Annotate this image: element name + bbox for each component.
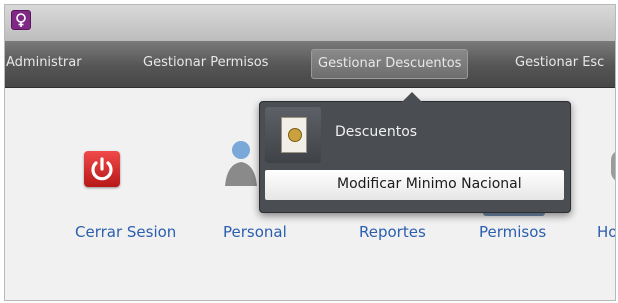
tool-reportes[interactable]: Reportes xyxy=(359,223,426,241)
tool-personal[interactable]: Personal xyxy=(223,223,287,241)
power-icon[interactable] xyxy=(84,151,120,187)
divider xyxy=(77,300,616,301)
coin-icon xyxy=(288,128,302,142)
menu-administrar[interactable]: Administrar xyxy=(6,49,82,77)
menu-gestionar-permisos[interactable]: Gestionar Permisos xyxy=(143,49,268,77)
ho-icon[interactable] xyxy=(611,150,615,182)
menu-gestionar-descuentos[interactable]: Gestionar Descuentos xyxy=(311,49,469,79)
descuentos-dropdown: Descuentos Modificar Minimo Nacional xyxy=(259,92,571,213)
menu-item-label: Modificar Minimo Nacional xyxy=(337,176,522,192)
dropdown-header[interactable]: Descuentos xyxy=(260,102,570,165)
tool-ho[interactable]: Ho xyxy=(597,223,615,241)
document-icon xyxy=(281,117,307,153)
document-coin-icon xyxy=(265,107,321,163)
tool-permisos[interactable]: Permisos xyxy=(479,223,546,241)
app-logo-icon xyxy=(11,10,31,30)
title-bar xyxy=(5,5,615,41)
person-icon[interactable] xyxy=(221,138,261,188)
menu-item-modificar-minimo-nacional[interactable]: Modificar Minimo Nacional xyxy=(265,170,564,200)
menu-gestionar-esc[interactable]: Gestionar Esc xyxy=(515,49,604,77)
app-window: Administrar Gestionar Permisos Gestionar… xyxy=(4,4,616,301)
dropdown-arrow xyxy=(402,92,422,102)
tool-cerrar-sesion[interactable]: Cerrar Sesion xyxy=(75,223,176,241)
dropdown-header-label: Descuentos xyxy=(335,124,418,140)
menu-bar: Administrar Gestionar Permisos Gestionar… xyxy=(5,41,615,88)
